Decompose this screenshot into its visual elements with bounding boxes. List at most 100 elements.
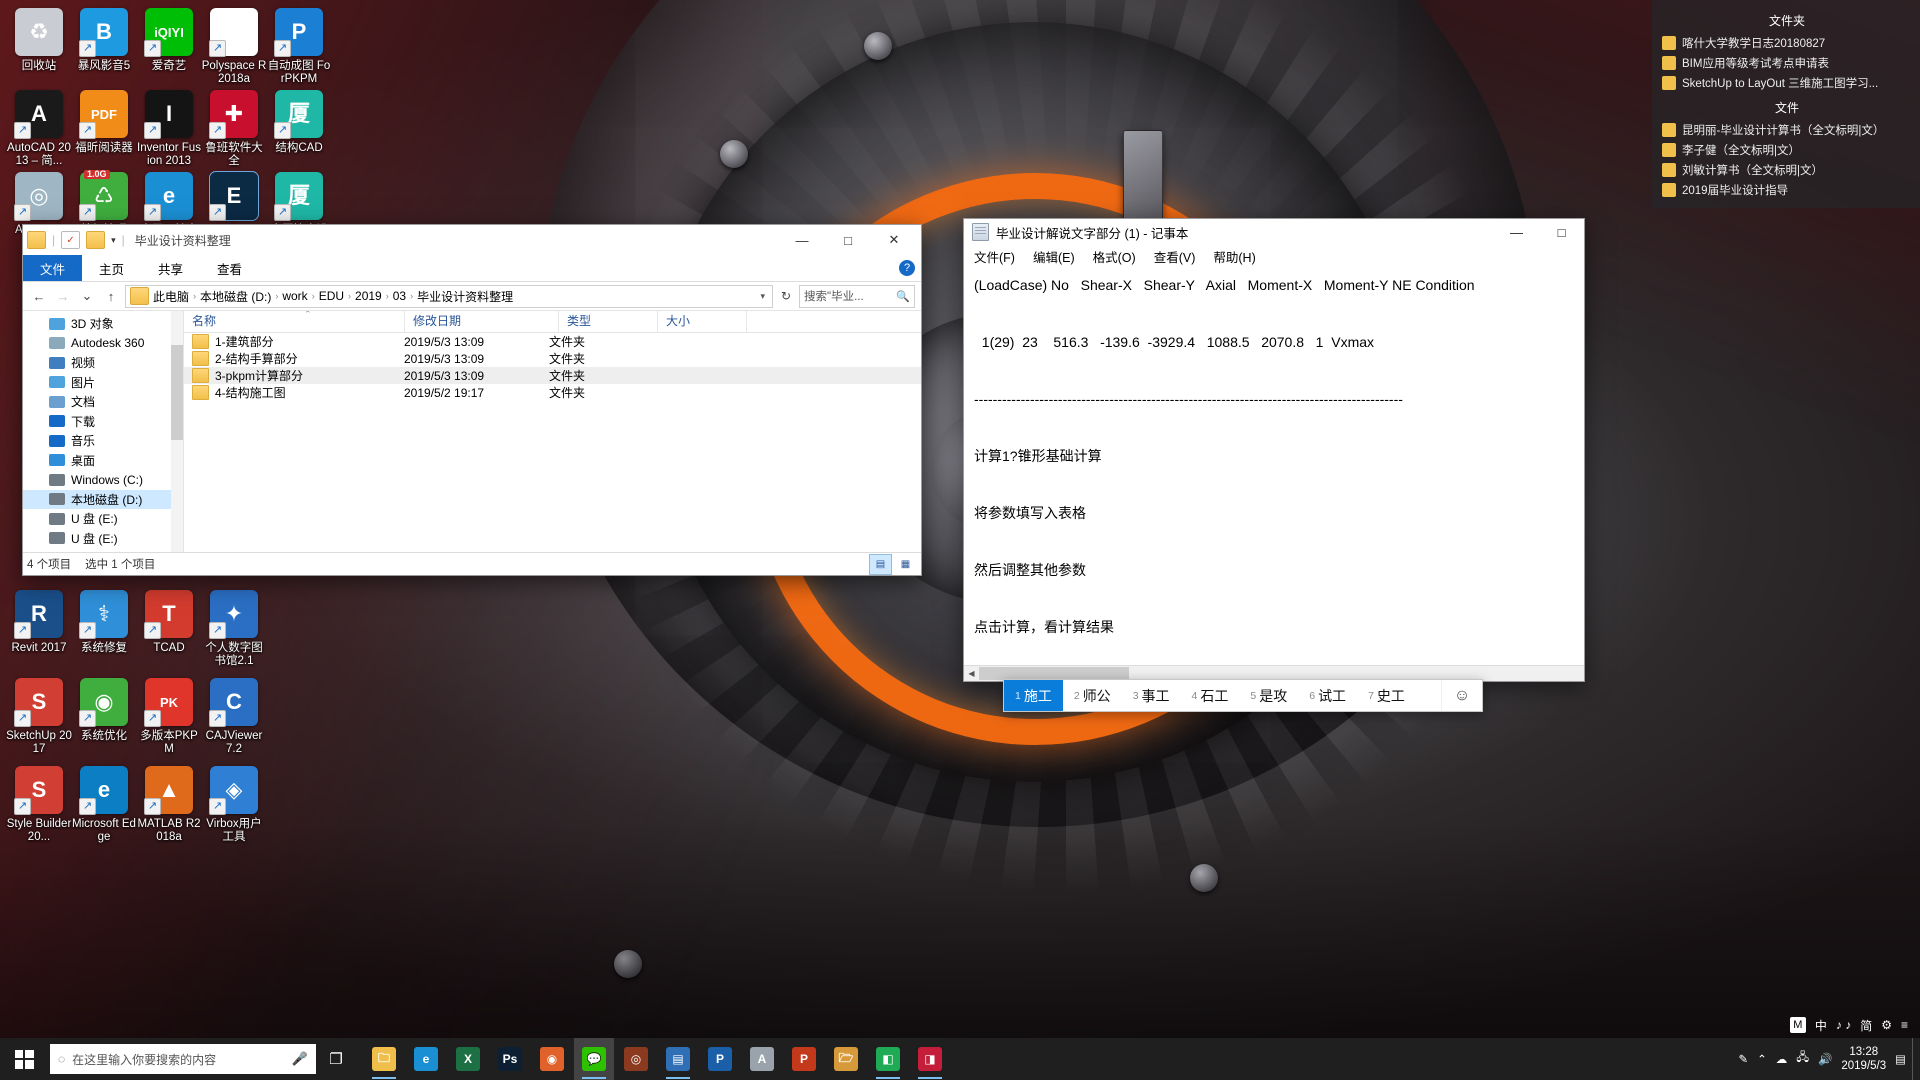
powerpoint-taskbar-icon[interactable]: P bbox=[784, 1038, 824, 1080]
desktop-icon-5[interactable]: A ↗ AutoCAD 2013 – 简... bbox=[6, 90, 72, 168]
column-header-modified[interactable]: 修改日期 bbox=[405, 311, 559, 332]
new-folder-icon[interactable] bbox=[86, 231, 106, 249]
notepad-taskbar-icon[interactable]: ▤ bbox=[658, 1038, 698, 1080]
browser-taskbar-icon[interactable]: ◎ bbox=[616, 1038, 656, 1080]
desktop-icon-20[interactable]: ◉ ↗ 系统优化 bbox=[71, 678, 137, 743]
desktop-icon-17[interactable]: T ↗ TCAD bbox=[136, 590, 202, 655]
notepad-window[interactable]: 毕业设计解说文字部分 (1) - 记事本 — □ 文件(F) 编辑(E) 格式(… bbox=[963, 218, 1585, 682]
breadcrumb-segment[interactable]: work bbox=[281, 289, 308, 303]
desktop-icon-18[interactable]: ✦ ↗ 个人数字图书馆2.1 bbox=[201, 590, 267, 668]
sidebar-item-1[interactable]: Autodesk 360 bbox=[23, 334, 183, 354]
ime-candidate-6[interactable]: 6 试工 bbox=[1298, 680, 1357, 711]
ime-candidate-bar[interactable]: 1 施工 2 师公 3 事工 4 石工 5 是攻 6 试工 7 史工 ☺ bbox=[1003, 679, 1483, 712]
ime-candidate-2[interactable]: 2 师公 bbox=[1063, 680, 1122, 711]
sidebar-item-12[interactable]: 《SketchUP 2016从入门到 bbox=[23, 548, 183, 552]
properties-icon[interactable]: ✓ bbox=[61, 231, 81, 249]
sidebar-item-5[interactable]: 下载 bbox=[23, 412, 183, 432]
sidebar-item-4[interactable]: 文档 bbox=[23, 392, 183, 412]
nav-recent-locations-button[interactable]: ⌄ bbox=[77, 286, 97, 306]
ime-candidate-4[interactable]: 4 石工 bbox=[1181, 680, 1240, 711]
menu-icon[interactable]: ≡ bbox=[1901, 1018, 1908, 1032]
explorer-minimize-button[interactable]: — bbox=[779, 226, 825, 255]
wechat-taskbar-icon[interactable]: 💬 bbox=[574, 1038, 614, 1080]
sidebar-item-6[interactable]: 音乐 bbox=[23, 431, 183, 451]
desktop-icon-15[interactable]: R ↗ Revit 2017 bbox=[6, 590, 72, 655]
network-icon[interactable]: 🖧 bbox=[1796, 1050, 1809, 1069]
table-row[interactable]: 3-pkpm计算部分 2019/5/3 13:09 文件夹 bbox=[184, 367, 921, 384]
photoshop-taskbar-icon[interactable]: Ps bbox=[490, 1038, 530, 1080]
pkpm-taskbar-icon[interactable]: P bbox=[700, 1038, 740, 1080]
menu-edit[interactable]: 编辑(E) bbox=[1033, 247, 1075, 266]
jumplist-item[interactable]: 2019届毕业设计指导 bbox=[1662, 180, 1912, 200]
explorer-maximize-button[interactable]: □ bbox=[825, 226, 871, 255]
desktop-icon-2[interactable]: iQIYI ↗ 爱奇艺 bbox=[136, 8, 202, 73]
notepad-maximize-button[interactable]: □ bbox=[1539, 220, 1584, 245]
breadcrumb[interactable]: 此电脑 › 本地磁盘 (D:) › work › EDU › 2019 › 03 › 毕业设计资料整理 … bbox=[125, 284, 773, 308]
desktop-icon-23[interactable]: S ↗ Style Builder 20... bbox=[6, 766, 72, 844]
desktop-icon-22[interactable]: C ↗ CAJViewer 7.2 bbox=[201, 678, 267, 756]
ime-status-bar[interactable]: M 中 ♪ ♪ 简 ⚙ ≡ bbox=[1782, 1014, 1916, 1036]
ime-candidate-5[interactable]: 5 是攻 bbox=[1239, 680, 1298, 711]
menu-view[interactable]: 查看(V) bbox=[1154, 247, 1196, 266]
ime-marks[interactable]: ♪ ♪ bbox=[1836, 1018, 1851, 1032]
jumplist-item[interactable]: 李子健（全文标明|文） bbox=[1662, 140, 1912, 160]
ime-candidate-3[interactable]: 3 事工 bbox=[1122, 680, 1181, 711]
menu-file[interactable]: 文件(F) bbox=[974, 247, 1015, 266]
breadcrumb-segment[interactable]: 毕业设计资料整理 bbox=[416, 288, 514, 305]
table-row[interactable]: 4-结构施工图 2019/5/2 19:17 文件夹 bbox=[184, 384, 921, 401]
file-explorer-window[interactable]: | ✓ ▾ | 毕业设计资料整理 — □ ✕ 文件 主页 共享 查看 ? ← →… bbox=[22, 224, 922, 576]
scroll-left-arrow-icon[interactable]: ◀ bbox=[964, 669, 979, 678]
jumplist-item[interactable]: 喀什大学教学日志20180827 bbox=[1662, 33, 1912, 53]
help-icon[interactable]: ? bbox=[899, 260, 915, 276]
pen-icon[interactable]: ✎ bbox=[1738, 1052, 1748, 1066]
jumplist-item[interactable]: 昆明丽-毕业设计计算书（全文标明|文） bbox=[1662, 120, 1912, 140]
notepad-title-bar[interactable]: 毕业设计解说文字部分 (1) - 记事本 — □ bbox=[964, 219, 1584, 245]
desktop-icon-25[interactable]: ▲ ↗ MATLAB R2018a bbox=[136, 766, 202, 844]
sidebar-item-9[interactable]: 本地磁盘 (D:) bbox=[23, 489, 183, 509]
task-view-icon[interactable]: ❐ bbox=[316, 1038, 356, 1080]
desktop-icon-16[interactable]: ⚕ ↗ 系统修复 bbox=[71, 590, 137, 655]
sidebar-item-7[interactable]: 桌面 bbox=[23, 451, 183, 471]
breadcrumb-segment[interactable]: 本地磁盘 (D:) bbox=[199, 288, 272, 305]
explorer-file-list[interactable]: 名称 修改日期 类型 大小 ⌃ 1-建筑部分 2019/5/3 13:09 文件夹 2… bbox=[183, 311, 921, 552]
taskbar-clock[interactable]: 13:28 2019/5/3 bbox=[1841, 1045, 1886, 1073]
column-header-name[interactable]: 名称 bbox=[184, 311, 405, 332]
desktop-icon-26[interactable]: ◈ ↗ Virbox用户工具 bbox=[201, 766, 267, 844]
search-input[interactable]: 搜索"毕业... 🔍 bbox=[799, 284, 915, 308]
jumplist-item[interactable]: SketchUp to LayOut 三维施工图学习... bbox=[1662, 73, 1912, 93]
ime-candidate-1[interactable]: 1 施工 bbox=[1004, 680, 1063, 711]
nav-up-button[interactable]: ↑ bbox=[101, 286, 121, 306]
cad-taskbar-icon[interactable]: A bbox=[742, 1038, 782, 1080]
show-desktop-button[interactable] bbox=[1912, 1038, 1920, 1080]
refresh-button[interactable]: ↻ bbox=[777, 286, 795, 306]
breadcrumb-segment[interactable]: 此电脑 bbox=[152, 288, 190, 305]
column-header-type[interactable]: 类型 bbox=[559, 311, 658, 332]
ribbon-tab-file[interactable]: 文件 bbox=[23, 255, 83, 281]
desktop-icon-24[interactable]: e ↗ Microsoft Edge bbox=[71, 766, 137, 844]
desktop-icon-0[interactable]: ♻ 回收站 bbox=[6, 8, 72, 73]
ribbon-tab-share[interactable]: 共享 bbox=[141, 255, 200, 281]
explorer-title-bar[interactable]: | ✓ ▾ | 毕业设计资料整理 — □ ✕ bbox=[23, 225, 921, 255]
jumplist-item[interactable]: 刘敏计算书（全文标明|文） bbox=[1662, 160, 1912, 180]
sidebar-item-11[interactable]: U 盘 (E:) bbox=[23, 529, 183, 549]
search-input[interactable]: ◌ 在这里输入你要搜索的内容 🎤 bbox=[50, 1044, 316, 1074]
microsoft-edge-taskbar-icon[interactable]: e bbox=[406, 1038, 446, 1080]
sidebar-item-0[interactable]: 3D 对象 bbox=[23, 314, 183, 334]
navigation-scrollbar-thumb[interactable] bbox=[171, 345, 183, 440]
gear-icon[interactable]: ⚙ bbox=[1881, 1018, 1892, 1032]
desktop-icon-9[interactable]: 厦 ↗ 结构CAD bbox=[266, 90, 332, 155]
notification-icon[interactable]: ▤ bbox=[1895, 1052, 1906, 1066]
onedrive-icon[interactable]: ☁ bbox=[1776, 1052, 1788, 1066]
nav-back-button[interactable]: ← bbox=[29, 286, 49, 306]
notepad-minimize-button[interactable]: — bbox=[1494, 220, 1539, 245]
sidebar-item-3[interactable]: 图片 bbox=[23, 373, 183, 393]
ribbon-tab-home[interactable]: 主页 bbox=[82, 255, 141, 281]
smiley-icon[interactable]: ☺ bbox=[1441, 680, 1482, 711]
windows-start-icon[interactable] bbox=[0, 1038, 48, 1080]
app-green-taskbar-icon[interactable]: ◧ bbox=[868, 1038, 908, 1080]
ime-language[interactable]: 中 bbox=[1815, 1017, 1827, 1034]
menu-format[interactable]: 格式(O) bbox=[1093, 247, 1136, 266]
sidebar-item-2[interactable]: 视频 bbox=[23, 353, 183, 373]
breadcrumb-segment[interactable]: 2019 bbox=[354, 289, 383, 303]
desktop-icon-19[interactable]: S ↗ SketchUp 2017 bbox=[6, 678, 72, 756]
